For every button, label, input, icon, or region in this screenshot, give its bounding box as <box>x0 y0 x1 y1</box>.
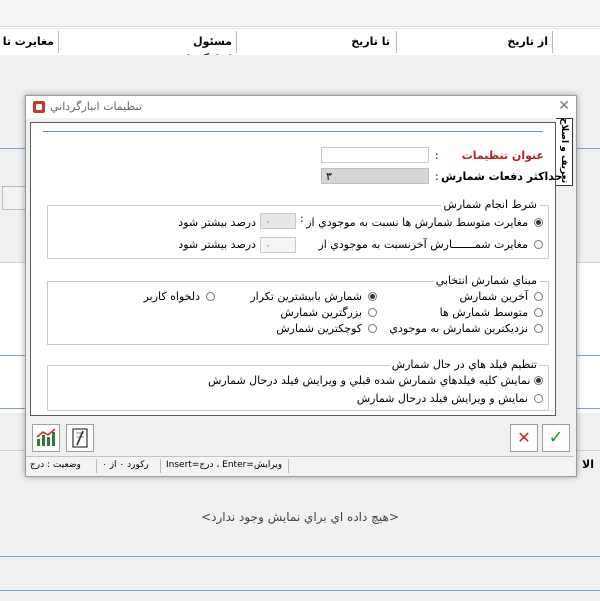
divider <box>0 556 600 557</box>
cancel-button[interactable]: ✕ <box>510 424 538 452</box>
condition-last-radio[interactable] <box>534 240 543 249</box>
basis-largest-radio[interactable] <box>368 308 377 317</box>
bottom-label: الا <box>582 458 594 471</box>
condition-average-suffix: درصد بيشتر شود <box>178 216 256 229</box>
fields-all-radio[interactable] <box>534 376 543 385</box>
fields-group-title: تنظيم فيلد هاي در حال شمارش <box>388 358 540 371</box>
basis-average-label: متوسط شمارش ها <box>439 306 528 319</box>
dialog-title: تنظيمات انبارگرداني <box>50 100 142 113</box>
dialog-footer: ✕ ✓ <box>26 420 576 454</box>
basis-average-radio[interactable] <box>534 308 543 317</box>
column-difference[interactable]: مغايرت تا تا <box>0 33 54 51</box>
basis-last-radio[interactable] <box>534 292 543 301</box>
basis-custom-label: دلخواه كاربر <box>143 290 200 303</box>
background-toolbar <box>0 0 600 27</box>
max-count-input[interactable]: ۳ <box>321 168 429 184</box>
accent-line <box>43 131 543 132</box>
basis-smallest-radio[interactable] <box>368 324 377 333</box>
max-count-label: حداكثر دفعات شمارش <box>441 170 563 183</box>
status-record: ركورد ۰ از ۰ <box>102 460 149 470</box>
basis-nearest-radio[interactable] <box>534 324 543 333</box>
basis-smallest-label: كوچكترين شمارش <box>276 322 362 335</box>
status-shortcuts: Insert=درج ، Enter=ويرايش <box>166 460 283 470</box>
condition-last-percent[interactable]: ۰ <box>260 237 296 253</box>
fields-group: تنظيم فيلد هاي در حال شمارش نمايش كليه ف… <box>47 358 549 411</box>
colon: : <box>435 149 439 162</box>
status-bar: وضعيت : درج ركورد ۰ از ۰ Insert=درج ، En… <box>26 456 574 475</box>
basis-largest-label: بزرگترين شمارش <box>280 306 362 319</box>
colon: : <box>435 170 439 183</box>
title-input[interactable] <box>321 147 429 163</box>
basis-group: مبناي شمارش انتخابي آخرين شمارش متوسط شم… <box>47 274 549 345</box>
edit-icon <box>72 428 88 448</box>
column-from-date[interactable]: از تاريخ <box>500 33 548 51</box>
no-data-message: <هيچ داده اي براي نمايش وجود ندارد> <box>201 510 399 524</box>
fields-current-label: نمايش و ويرايش فيلد درحال شمارش <box>356 392 528 405</box>
chart-icon <box>36 428 56 446</box>
tool-icon[interactable] <box>2 186 26 210</box>
basis-custom-radio[interactable] <box>206 292 215 301</box>
basis-last-label: آخرين شمارش <box>459 290 528 303</box>
basis-nearest-label: نزديكترين شمارش به موجودي <box>389 322 528 335</box>
colon: : <box>300 212 304 225</box>
background-grid-header: از تاريخ تا تاريخ مسئول انبارگرداني مغاي… <box>0 28 600 66</box>
dialog-titlebar: تنظيمات انبارگرداني ✕ <box>26 96 576 118</box>
fields-all-label: نمايش كليه فيلدهاي شمارش شده قبلي و ويرا… <box>208 374 531 387</box>
dialog-content: عنوان تنظيمات : حداكثر دفعات شمارش : ۳ ش… <box>30 122 563 416</box>
condition-group-title: شرط انجام شمارش <box>440 198 540 211</box>
title-label: عنوان تنظيمات <box>461 149 544 162</box>
condition-last-suffix: درصد بيشتر شود <box>178 238 256 251</box>
status-state: وضعيت : درج <box>30 460 81 470</box>
condition-average-radio[interactable] <box>534 218 543 227</box>
confirm-button[interactable]: ✓ <box>542 424 570 452</box>
basis-most-frequent-label: شمارش بابيشترين تكرار <box>250 290 362 303</box>
condition-last-label: مغايرت شمـــــــارش آخرنسبت به موجودي از <box>318 238 528 251</box>
condition-average-label: مغايرت متوسط شمارش ها نسبت به موجودي از <box>306 216 528 229</box>
condition-group: شرط انجام شمارش مغايرت متوسط شمارش ها نس… <box>47 198 549 259</box>
column-manager[interactable]: مسئول انبارگرداني <box>140 33 232 66</box>
column-to-date[interactable]: تا تاريخ <box>320 33 390 51</box>
condition-average-percent[interactable]: ۰ <box>260 213 296 229</box>
app-icon <box>33 101 45 113</box>
divider <box>0 590 600 591</box>
fields-current-radio[interactable] <box>534 394 543 403</box>
close-icon[interactable]: ✕ <box>558 98 570 114</box>
edit-report-button[interactable] <box>66 424 94 452</box>
settings-dialog: تنظيمات انبارگرداني ✕ تعريف و اصلاح عنوا… <box>25 95 577 477</box>
chart-report-button[interactable] <box>32 424 60 452</box>
basis-group-title: مبناي شمارش انتخابي <box>432 274 540 287</box>
basis-most-frequent-radio[interactable] <box>368 292 377 301</box>
